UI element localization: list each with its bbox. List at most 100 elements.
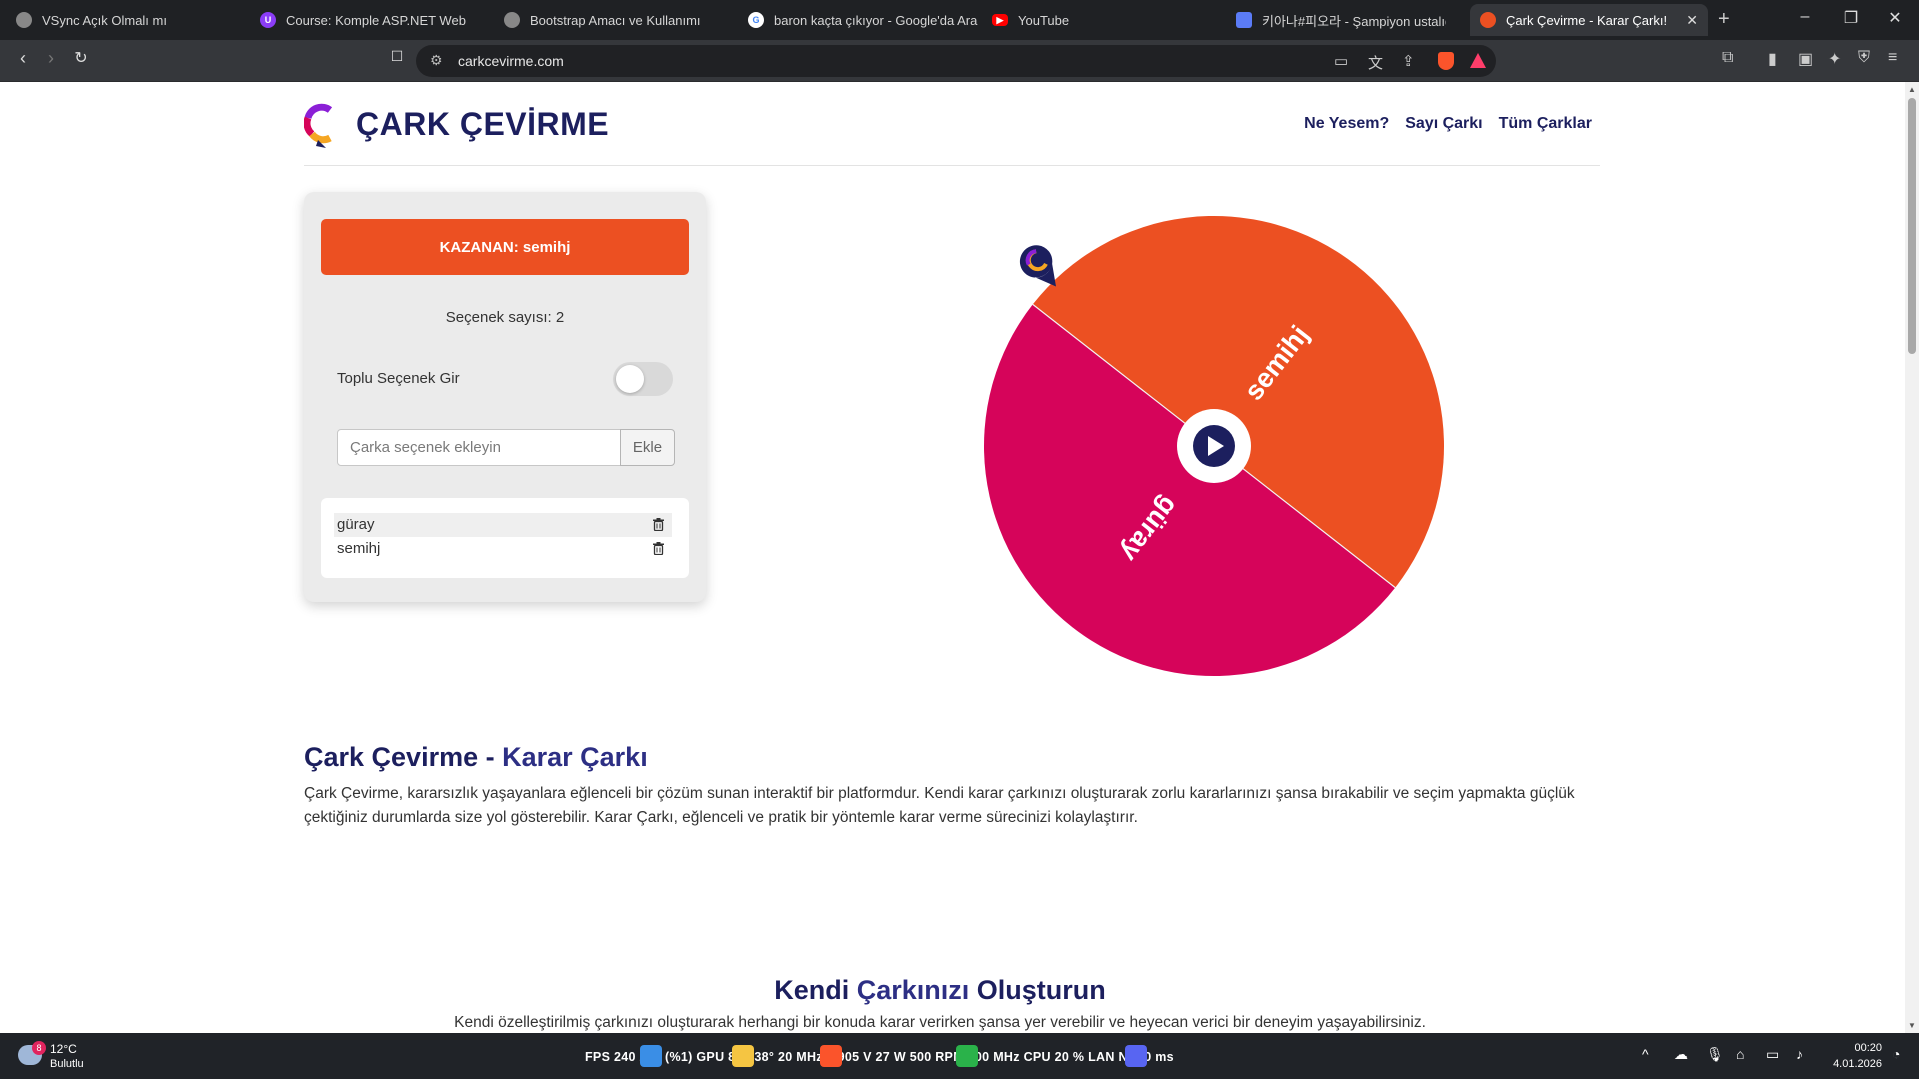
close-tab-icon[interactable]: ✕ xyxy=(1686,12,1698,29)
weather-badge: 8 xyxy=(32,1041,46,1055)
discord-icon[interactable] xyxy=(1125,1045,1147,1067)
forward-icon[interactable]: › xyxy=(38,48,64,69)
clock-date[interactable]: 4.01.2026 xyxy=(1826,1058,1882,1070)
address-bar[interactable]: ⚙ carkcevirme.com ▭ 文 ⇪ xyxy=(416,45,1496,77)
tab-bootstrap[interactable]: Bootstrap Amacı ve Kullanımı xyxy=(494,4,734,36)
site-header: ÇARK ÇEVİRME Ne Yesem? Sayı Çarkı Tüm Ça… xyxy=(304,82,1600,166)
tab-title: YouTube xyxy=(1018,12,1070,28)
vpn-icon[interactable]: ⛨ xyxy=(1858,49,1870,67)
list-item: güray xyxy=(334,513,672,537)
tab-cark-cevirme[interactable]: Çark Çevirme - Karar Çarkı! ✕ xyxy=(1470,4,1708,36)
new-tab-icon[interactable]: + xyxy=(1718,8,1730,31)
google-icon: G xyxy=(748,12,764,28)
scroll-thumb[interactable] xyxy=(1908,98,1916,354)
microphone-icon[interactable]: 🎙 xyxy=(1706,1046,1724,1063)
cark-logo-icon xyxy=(1480,12,1496,28)
tray-chevron-icon[interactable]: ^ xyxy=(1642,1046,1649,1062)
list-item: semihj xyxy=(334,537,672,561)
weather-temp: 12°C xyxy=(50,1042,77,1056)
url-text: carkcevirme.com xyxy=(458,53,564,69)
brave-shields-icon[interactable] xyxy=(1438,52,1454,70)
onedrive-icon[interactable]: ☁ xyxy=(1674,1046,1688,1063)
tab-title: Course: Komple ASP.NET Web Geliştirme xyxy=(286,12,468,28)
main-nav: Ne Yesem? Sayı Çarkı Tüm Çarklar xyxy=(1304,115,1592,133)
options-panel: KAZANAN: semihj Seçenek sayısı: 2 Toplu … xyxy=(304,192,706,602)
share-icon[interactable]: ⇪ xyxy=(1402,52,1415,70)
trash-icon[interactable] xyxy=(653,518,664,531)
section2-description: Kendi özelleştirilmiş çarkınızı oluştura… xyxy=(454,1014,1426,1031)
brave-rewards-icon[interactable] xyxy=(1470,53,1486,68)
page-scrollbar[interactable]: ▲ ▼ xyxy=(1905,82,1919,1033)
close-window-icon[interactable]: ✕ xyxy=(1880,8,1910,28)
trash-icon[interactable] xyxy=(653,542,664,555)
tab-youtube[interactable]: ▶ YouTube xyxy=(982,4,1222,36)
tab-google-search[interactable]: G baron kaçta çıkıyor - Google'da Ara xyxy=(738,4,978,36)
title-part: Oluşturun xyxy=(969,975,1106,1005)
gear-icon xyxy=(504,12,520,28)
browser-tab-bar: VSync Açık Olmalı mı U Course: Komple AS… xyxy=(0,0,1919,40)
display-icon[interactable]: ▭ xyxy=(1766,1046,1779,1063)
option-label: güray xyxy=(337,516,375,533)
screenshot-icon[interactable]: ⧉ xyxy=(1722,49,1733,67)
reload-icon[interactable]: ↻ xyxy=(68,48,94,68)
tab-vsync[interactable]: VSync Açık Olmalı mı xyxy=(6,4,248,36)
section-title: Çark Çevirme - Karar Çarkı xyxy=(304,742,648,773)
toggle-knob xyxy=(616,365,644,393)
back-icon[interactable]: ‹ xyxy=(10,48,36,69)
option-count: Seçenek sayısı: 2 xyxy=(445,309,565,326)
gear-icon xyxy=(16,12,32,28)
tab-title: 키아나#피오라 - Şampiyon ustalığı xyxy=(1262,13,1446,29)
tab-champion[interactable]: 키아나#피오라 - Şampiyon ustalığı xyxy=(1226,4,1456,36)
windows-start-icon[interactable] xyxy=(640,1045,662,1067)
option-input[interactable] xyxy=(337,429,621,466)
system-stats-overlay: FPS 240 238 (%1) GPU 8 % 38° 20 MHz 0.90… xyxy=(585,1050,1174,1064)
clock-time[interactable]: 00:20 xyxy=(1826,1042,1882,1054)
nav-ne-yesem[interactable]: Ne Yesem? xyxy=(1304,115,1389,133)
browser-toolbar: ‹ › ↻ ☐ ⚙ carkcevirme.com ▭ 文 ⇪ ⧉ ▮ ▣ ✦ … xyxy=(0,40,1919,82)
section-description: Çark Çevirme, kararsızlık yaşayanlara eğ… xyxy=(304,785,1575,826)
file-explorer-icon[interactable] xyxy=(732,1045,754,1067)
volume-icon[interactable]: ♪ xyxy=(1796,1046,1803,1062)
add-option-button[interactable]: Ekle xyxy=(620,429,675,466)
brave-browser-icon[interactable] xyxy=(820,1045,842,1067)
youtube-icon: ▶ xyxy=(992,14,1008,26)
cast-icon[interactable]: ▭ xyxy=(1334,52,1348,70)
tab-title: Bootstrap Amacı ve Kullanımı xyxy=(530,12,701,28)
nav-tum-carklar[interactable]: Tüm Çarklar xyxy=(1499,115,1592,133)
tab-title: baron kaçta çıkıyor - Google'da Ara xyxy=(774,12,978,28)
title-part: Çarkınızı xyxy=(856,975,970,1005)
winner-banner: KAZANAN: semihj xyxy=(321,219,689,275)
restore-icon[interactable]: ❐ xyxy=(1836,8,1866,28)
title-sep: - xyxy=(478,742,503,772)
title-part: Kendi xyxy=(774,975,857,1005)
notification-icon[interactable]: ◔ xyxy=(1892,1046,1900,1062)
spotify-icon[interactable] xyxy=(956,1045,978,1067)
wallet-icon[interactable]: ▣ xyxy=(1798,49,1813,69)
brand-name[interactable]: ÇARK ÇEVİRME xyxy=(356,106,609,143)
windows-taskbar: 8 12°C Bulutlu FPS 240 238 (%1) GPU 8 % … xyxy=(0,1033,1919,1079)
nav-sayi-carki[interactable]: Sayı Çarkı xyxy=(1405,115,1482,133)
minimize-icon[interactable]: – xyxy=(1790,8,1820,26)
leo-ai-icon[interactable]: ✦ xyxy=(1828,49,1841,69)
site-info-icon[interactable]: ⚙ xyxy=(430,52,443,69)
bookmark-icon[interactable]: ☐ xyxy=(384,48,410,65)
udemy-icon: U xyxy=(260,12,276,28)
menu-icon[interactable]: ≡ xyxy=(1888,49,1897,67)
option-list: güray semihj xyxy=(321,498,689,578)
spin-wheel[interactable]: semihj güray xyxy=(976,208,1452,684)
section2-title: Kendi Çarkınızı Oluşturun xyxy=(0,975,1880,1006)
option-label: semihj xyxy=(337,540,381,557)
translate-icon[interactable]: 文 xyxy=(1368,52,1383,73)
sidebar-icon[interactable]: ▮ xyxy=(1768,49,1777,69)
network-icon[interactable]: ⌂ xyxy=(1736,1046,1744,1062)
title-part: Çark Çevirme xyxy=(304,742,479,772)
tab-title: VSync Açık Olmalı mı xyxy=(42,12,167,28)
cark-logo-icon[interactable] xyxy=(304,102,336,148)
site-icon xyxy=(1236,12,1252,28)
page-content: ÇARK ÇEVİRME Ne Yesem? Sayı Çarkı Tüm Ça… xyxy=(0,82,1905,1033)
scroll-up-icon[interactable]: ▲ xyxy=(1908,85,1916,94)
bulk-entry-toggle[interactable] xyxy=(613,362,673,396)
scroll-down-icon[interactable]: ▼ xyxy=(1908,1021,1916,1030)
title-part: Karar Çarkı xyxy=(502,742,648,772)
tab-course[interactable]: U Course: Komple ASP.NET Web Geliştirme xyxy=(250,4,478,36)
